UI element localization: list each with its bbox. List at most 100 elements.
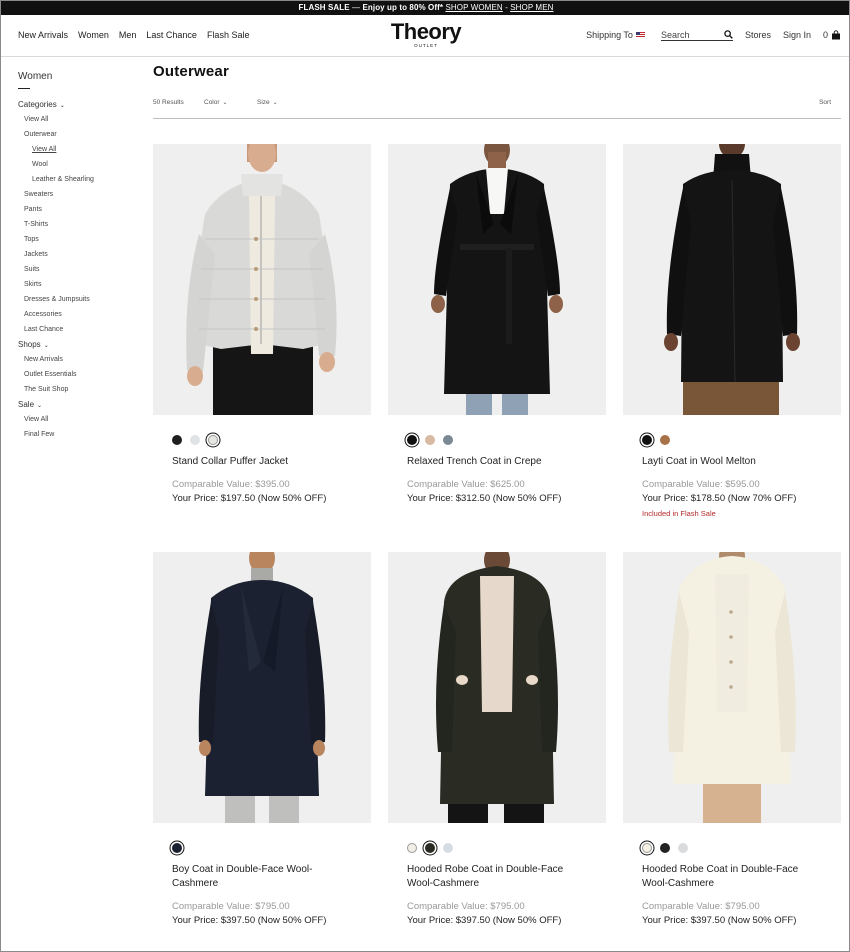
main-content: Outerwear 50 Results Color ⌄ Size ⌄ Sort bbox=[153, 63, 841, 119]
us-flag-icon bbox=[635, 32, 645, 38]
product-image[interactable] bbox=[623, 144, 841, 415]
product-name[interactable]: Stand Collar Puffer Jacket bbox=[172, 455, 352, 469]
sidebar-item-sale-view-all[interactable]: View All bbox=[18, 412, 138, 427]
product-price: Your Price: $312.50 (Now 50% OFF) bbox=[407, 493, 562, 504]
color-swatch[interactable] bbox=[407, 435, 417, 445]
color-swatches bbox=[172, 843, 190, 853]
color-filter-dropdown[interactable]: Color ⌄ bbox=[204, 99, 228, 106]
product-image[interactable] bbox=[153, 144, 371, 415]
sidebar-item-skirts[interactable]: Skirts bbox=[18, 277, 138, 292]
product-card[interactable]: Relaxed Trench Coat in Crepe Comparable … bbox=[388, 144, 606, 504]
utility-nav: Shipping To Search Stores Sign In 0 bbox=[586, 29, 841, 41]
chevron-down-icon: ⌄ bbox=[222, 100, 228, 106]
flash-sale-tag: Included in Flash Sale bbox=[642, 509, 716, 518]
color-swatches bbox=[642, 843, 696, 853]
categories-toggle[interactable]: Categories ⌄ bbox=[18, 97, 138, 112]
sidebar-item-tops[interactable]: Tops bbox=[18, 232, 138, 247]
sidebar-item-outerwear-view-all[interactable]: View All bbox=[18, 142, 138, 157]
color-swatch[interactable] bbox=[190, 435, 200, 445]
color-swatch[interactable] bbox=[642, 435, 652, 445]
shop-women-link[interactable]: SHOP WOMEN bbox=[445, 3, 502, 12]
product-card[interactable]: Hooded Robe Coat in Double-Face Wool-Cas… bbox=[623, 552, 841, 926]
promo-lead: FLASH SALE bbox=[298, 3, 350, 12]
sidebar-item-suits[interactable]: Suits bbox=[18, 262, 138, 277]
color-swatch[interactable] bbox=[443, 435, 453, 445]
shipping-selector[interactable]: Shipping To bbox=[586, 30, 645, 40]
hooded-robe-coat-ivory-illustration bbox=[623, 552, 841, 823]
sidebar-item-pants[interactable]: Pants bbox=[18, 202, 138, 217]
chevron-down-icon: ⌄ bbox=[272, 100, 278, 106]
nav-men[interactable]: Men bbox=[119, 30, 137, 40]
sidebar-item-outerwear[interactable]: Outerwear bbox=[18, 127, 138, 142]
color-filter-label: Color bbox=[204, 99, 220, 106]
product-card[interactable]: Hooded Robe Coat in Double-Face Wool-Cas… bbox=[388, 552, 606, 926]
sort-dropdown[interactable]: Sort bbox=[819, 99, 831, 106]
sidebar-item-wool[interactable]: Wool bbox=[18, 157, 138, 172]
sidebar-item-last-chance[interactable]: Last Chance bbox=[18, 322, 138, 337]
promo-message: Enjoy up to 80% Off* bbox=[362, 3, 444, 12]
categories-label: Categories bbox=[18, 100, 57, 109]
color-swatch[interactable] bbox=[443, 843, 453, 853]
product-name[interactable]: Relaxed Trench Coat in Crepe bbox=[407, 455, 587, 469]
shop-men-link[interactable]: SHOP MEN bbox=[510, 3, 553, 12]
sale-toggle[interactable]: Sale ⌄ bbox=[18, 397, 138, 412]
product-name[interactable]: Hooded Robe Coat in Double-Face Wool-Cas… bbox=[642, 863, 822, 891]
product-name[interactable]: Boy Coat in Double-Face Wool-Cashmere bbox=[172, 863, 352, 891]
sidebar-item-view-all[interactable]: View All bbox=[18, 112, 138, 127]
sidebar-item-suit-shop[interactable]: The Suit Shop bbox=[18, 382, 138, 397]
sign-in-link[interactable]: Sign In bbox=[783, 30, 811, 40]
logo-word: Theory bbox=[390, 19, 462, 44]
product-image[interactable] bbox=[153, 552, 371, 823]
hooded-robe-coat-olive-illustration bbox=[388, 552, 606, 823]
nav-flash-sale[interactable]: Flash Sale bbox=[207, 30, 250, 40]
theory-logo[interactable]: Theory OUTLET bbox=[384, 19, 468, 49]
sidebar-item-t-shirts[interactable]: T-Shirts bbox=[18, 217, 138, 232]
search-icon[interactable] bbox=[724, 30, 733, 39]
bag-count: 0 bbox=[822, 30, 828, 40]
sidebar-item-final-few[interactable]: Final Few bbox=[18, 427, 138, 442]
sidebar-divider bbox=[18, 88, 30, 89]
size-filter-dropdown[interactable]: Size ⌄ bbox=[257, 99, 278, 106]
color-swatch[interactable] bbox=[642, 843, 652, 853]
color-swatch[interactable] bbox=[425, 435, 435, 445]
product-name[interactable]: Hooded Robe Coat in Double-Face Wool-Cas… bbox=[407, 863, 587, 891]
color-swatch[interactable] bbox=[208, 435, 218, 445]
product-name[interactable]: Layti Coat in Wool Melton bbox=[642, 455, 822, 469]
color-swatch[interactable] bbox=[660, 435, 670, 445]
nav-women[interactable]: Women bbox=[78, 30, 109, 40]
page: FLASH SALE — Enjoy up to 80% Off* SHOP W… bbox=[0, 0, 850, 952]
color-swatch[interactable] bbox=[678, 843, 688, 853]
sidebar-item-jackets[interactable]: Jackets bbox=[18, 247, 138, 262]
product-card[interactable]: Boy Coat in Double-Face Wool-Cashmere Co… bbox=[153, 552, 371, 926]
puffer-jacket-illustration bbox=[153, 144, 371, 415]
color-swatch[interactable] bbox=[172, 843, 182, 853]
sidebar-item-dresses-jumpsuits[interactable]: Dresses & Jumpsuits bbox=[18, 292, 138, 307]
product-image[interactable] bbox=[388, 144, 606, 415]
sidebar-item-accessories[interactable]: Accessories bbox=[18, 307, 138, 322]
color-swatch[interactable] bbox=[407, 843, 417, 853]
sidebar-item-leather-shearling[interactable]: Leather & Shearling bbox=[18, 172, 138, 187]
shipping-label: Shipping To bbox=[586, 30, 633, 40]
color-swatch[interactable] bbox=[425, 843, 435, 853]
promo-bar: FLASH SALE — Enjoy up to 80% Off* SHOP W… bbox=[1, 1, 849, 15]
search-input[interactable]: Search bbox=[660, 29, 733, 41]
bag-button[interactable]: 0 bbox=[823, 30, 841, 40]
filter-toolbar: 50 Results Color ⌄ Size ⌄ Sort bbox=[153, 97, 841, 119]
sidebar-item-sweaters[interactable]: Sweaters bbox=[18, 187, 138, 202]
results-count: 50 Results bbox=[153, 99, 184, 106]
nav-new-arrivals[interactable]: New Arrivals bbox=[18, 30, 68, 40]
color-swatch[interactable] bbox=[172, 435, 182, 445]
stores-link[interactable]: Stores bbox=[745, 30, 771, 40]
shops-label: Shops bbox=[18, 340, 41, 349]
product-card[interactable]: Layti Coat in Wool Melton Comparable Val… bbox=[623, 144, 841, 518]
sidebar-title: Women bbox=[18, 71, 53, 82]
product-image[interactable] bbox=[388, 552, 606, 823]
sidebar-item-outlet-essentials[interactable]: Outlet Essentials bbox=[18, 367, 138, 382]
shops-toggle[interactable]: Shops ⌄ bbox=[18, 337, 138, 352]
product-card[interactable]: Stand Collar Puffer Jacket Comparable Va… bbox=[153, 144, 371, 504]
product-image[interactable] bbox=[623, 552, 841, 823]
product-price: Your Price: $178.50 (Now 70% OFF) bbox=[642, 493, 797, 504]
color-swatch[interactable] bbox=[660, 843, 670, 853]
sidebar-item-new-arrivals[interactable]: New Arrivals bbox=[18, 352, 138, 367]
nav-last-chance[interactable]: Last Chance bbox=[146, 30, 197, 40]
